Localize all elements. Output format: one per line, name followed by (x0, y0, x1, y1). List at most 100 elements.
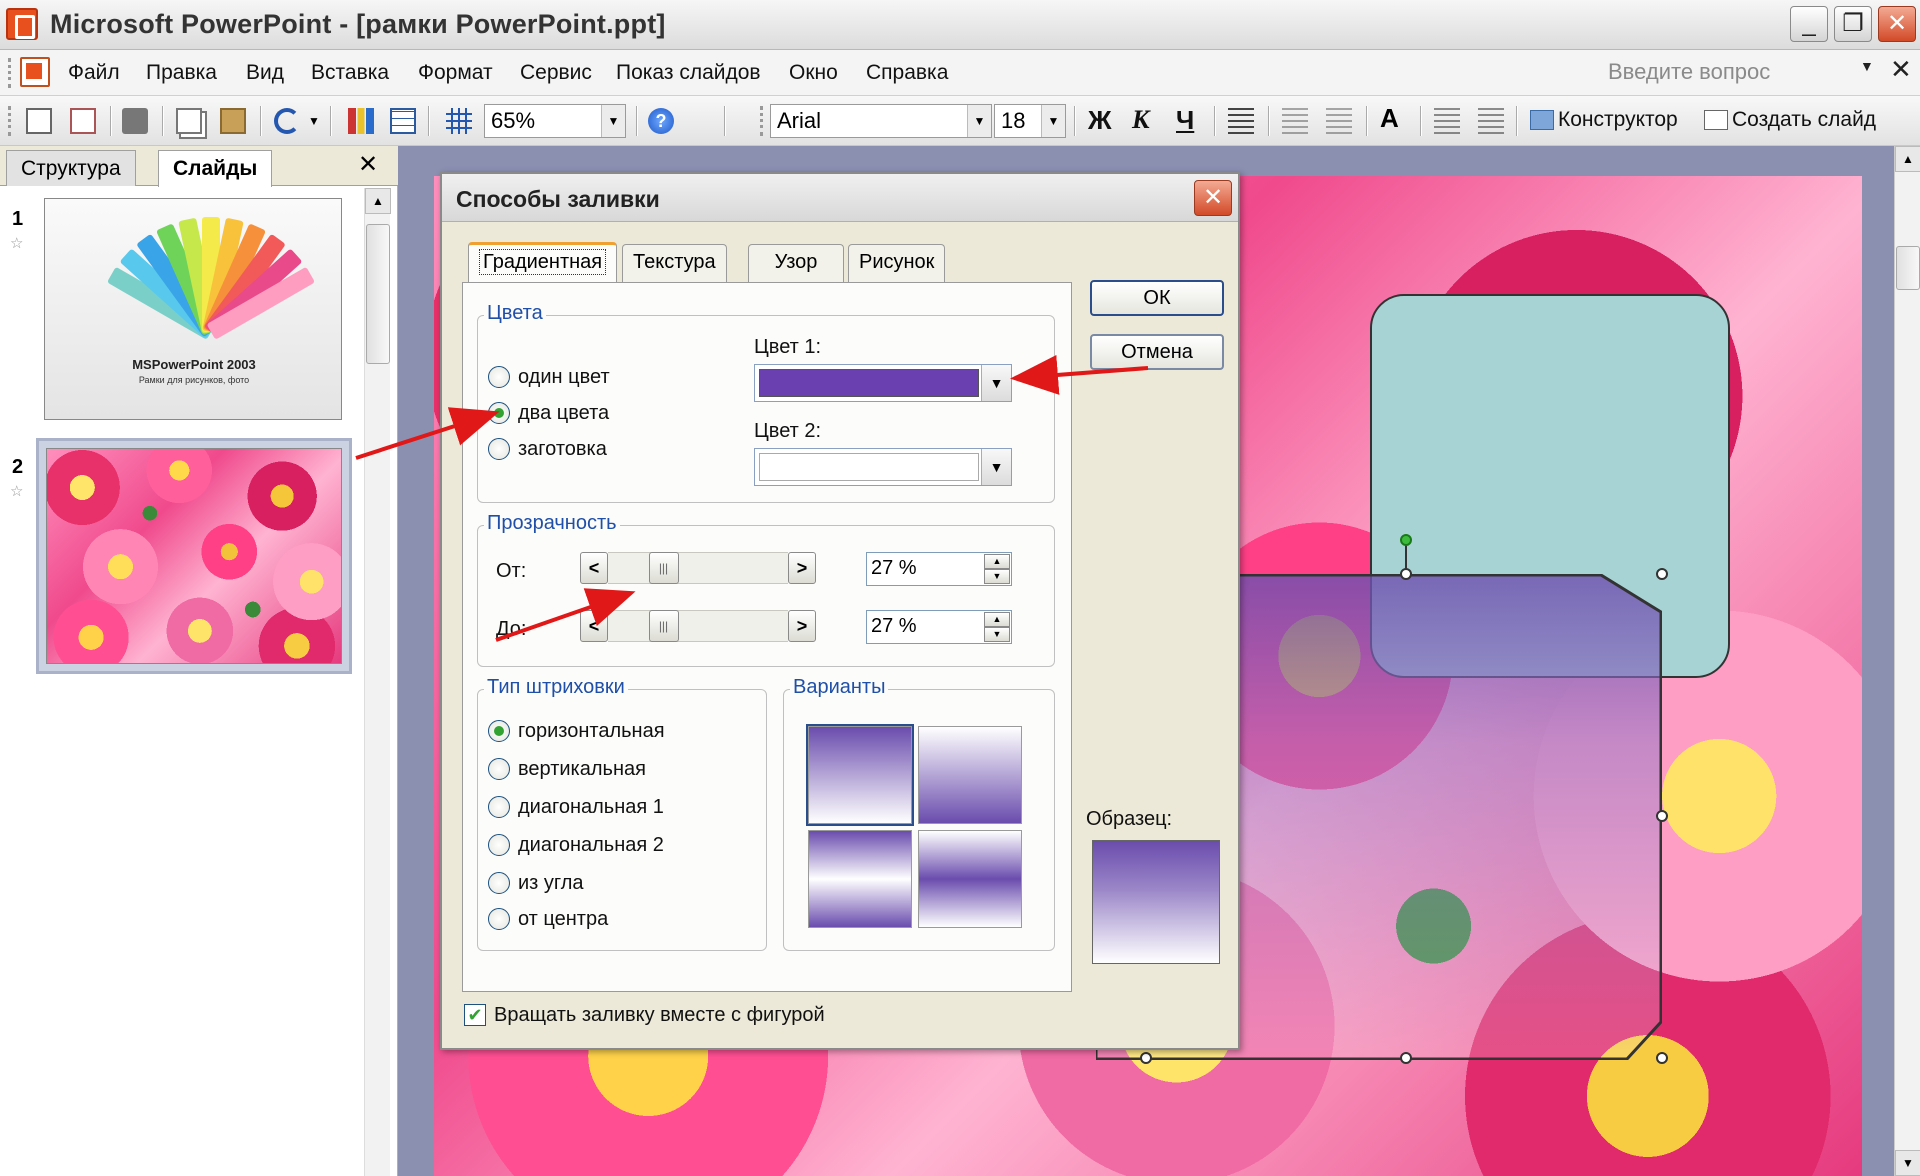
grid-icon[interactable] (446, 108, 472, 134)
from-slider-right[interactable]: > (788, 552, 816, 584)
tab-texture[interactable]: Текстура (622, 244, 727, 282)
italic-button[interactable]: К (1132, 105, 1150, 135)
variant-4[interactable] (918, 830, 1022, 928)
increase-indent-icon[interactable] (1478, 108, 1504, 134)
radio-from-corner[interactable] (488, 872, 510, 894)
resize-handle-bottom[interactable] (1400, 1052, 1412, 1064)
slide-thumbnail-1[interactable]: MSPowerPoint 2003 Рамки для рисунков, фо… (44, 198, 342, 420)
font-size-combo[interactable]: 18 ▼ (994, 104, 1066, 138)
menu-tools[interactable]: Сервис (520, 61, 592, 85)
color1-picker[interactable]: ▼ (754, 364, 1012, 402)
from-slider-thumb[interactable]: ||| (648, 552, 679, 584)
menu-view[interactable]: Вид (246, 61, 284, 85)
dialog-title-bar[interactable]: Способы заливки ✕ (442, 174, 1238, 222)
resize-handle-right[interactable] (1656, 810, 1668, 822)
menu-format[interactable]: Формат (418, 61, 493, 85)
bulleted-list-icon[interactable] (1326, 108, 1352, 134)
toolbar-grip[interactable] (8, 106, 14, 136)
scroll-thumb[interactable] (1896, 246, 1920, 290)
spin-up-icon[interactable]: ▲ (984, 554, 1010, 569)
to-slider-left[interactable]: < (580, 610, 608, 642)
dialog-close-button[interactable]: ✕ (1194, 180, 1232, 216)
open-icon[interactable] (70, 108, 96, 134)
chevron-down-icon[interactable]: ▼ (981, 365, 1011, 401)
pane-scrollbar[interactable]: ▲ (364, 188, 391, 1176)
resize-handle-top[interactable] (1400, 568, 1412, 580)
spin-down-icon[interactable]: ▼ (984, 569, 1010, 584)
color2-picker[interactable]: ▼ (754, 448, 1012, 486)
help-dropdown-icon[interactable]: ▼ (1860, 58, 1874, 74)
menu-grip[interactable] (8, 58, 14, 88)
radio-diagonal-up[interactable] (488, 796, 510, 818)
tab-slides[interactable]: Слайды (158, 150, 273, 187)
tab-gradient[interactable]: Градиентная (468, 242, 618, 282)
undo-icon[interactable] (274, 108, 300, 134)
resize-handle-bottom-left[interactable] (1140, 1052, 1152, 1064)
radio-from-center[interactable] (488, 908, 510, 930)
scroll-thumb[interactable] (366, 224, 390, 364)
increase-font-icon[interactable]: A (1380, 103, 1406, 133)
slide-thumbnail-2-selected[interactable] (36, 438, 352, 674)
chevron-down-icon[interactable]: ▼ (967, 105, 991, 137)
underline-button[interactable]: Ч (1176, 105, 1194, 136)
zoom-combo[interactable]: 65% ▼ (484, 104, 626, 138)
from-slider-left[interactable]: < (580, 552, 608, 584)
minimize-button[interactable]: _ (1790, 6, 1828, 42)
variant-3[interactable] (808, 830, 912, 928)
menu-help[interactable]: Справка (866, 61, 948, 85)
spin-down-icon[interactable]: ▼ (984, 627, 1010, 642)
decrease-indent-icon[interactable] (1434, 108, 1460, 134)
ok-button[interactable]: ОК (1090, 280, 1224, 316)
scroll-down-icon[interactable]: ▼ (1895, 1150, 1920, 1176)
menu-edit[interactable]: Правка (146, 61, 217, 85)
spin-up-icon[interactable]: ▲ (984, 612, 1010, 627)
resize-handle-bottom-right[interactable] (1656, 1052, 1668, 1064)
radio-two-colors[interactable] (488, 402, 510, 424)
close-pane-icon[interactable]: ✕ (358, 150, 378, 179)
font-name-combo[interactable]: Arial ▼ (770, 104, 992, 138)
close-window-button[interactable]: ✕ (1878, 6, 1916, 42)
radio-diagonal-down[interactable] (488, 834, 510, 856)
to-slider-track[interactable]: ||| (608, 610, 788, 642)
slide-scrollbar[interactable]: ▲ ▼ (1894, 146, 1920, 1176)
tab-picture[interactable]: Рисунок (848, 244, 946, 282)
insert-chart-icon[interactable] (348, 108, 374, 134)
menu-slideshow[interactable]: Показ слайдов (616, 61, 761, 85)
radio-horizontal[interactable] (488, 720, 510, 742)
from-slider-track[interactable]: ||| (608, 552, 788, 584)
scroll-up-icon[interactable]: ▲ (365, 188, 391, 214)
help-question-input[interactable]: Введите вопрос (1604, 56, 1876, 90)
new-document-icon[interactable] (26, 108, 52, 134)
to-slider-thumb[interactable]: ||| (648, 610, 679, 642)
to-percent-spinner[interactable]: 27 % ▲ ▼ (866, 610, 1012, 644)
new-slide-button[interactable]: Создать слайд (1704, 108, 1876, 132)
numbered-list-icon[interactable] (1282, 108, 1308, 134)
menu-file[interactable]: Файл (68, 61, 120, 85)
toolbar-grip[interactable] (760, 106, 766, 136)
restore-button[interactable]: ❐ (1834, 6, 1872, 42)
undo-dropdown-icon[interactable]: ▼ (308, 114, 322, 140)
radio-one-color[interactable] (488, 366, 510, 388)
chevron-down-icon[interactable]: ▼ (601, 105, 625, 137)
from-percent-spinner[interactable]: 27 % ▲ ▼ (866, 552, 1012, 586)
tab-outline[interactable]: Структура (6, 150, 136, 186)
to-slider-right[interactable]: > (788, 610, 816, 642)
powerpoint-app-icon[interactable] (6, 8, 38, 40)
designer-button[interactable]: Конструктор (1530, 108, 1678, 132)
help-icon[interactable] (648, 108, 674, 134)
copy-icon[interactable] (176, 108, 202, 134)
bold-button[interactable]: Ж (1088, 105, 1112, 136)
radio-preset[interactable] (488, 438, 510, 460)
variant-1[interactable] (806, 724, 914, 826)
variant-2[interactable] (918, 726, 1022, 824)
radio-vertical[interactable] (488, 758, 510, 780)
print-icon[interactable] (122, 108, 148, 134)
tab-pattern[interactable]: Узор (748, 244, 844, 282)
resize-handle-top-right[interactable] (1656, 568, 1668, 580)
rotation-handle[interactable] (1400, 534, 1412, 546)
insert-table-icon[interactable] (390, 108, 416, 134)
rotate-fill-checkbox[interactable]: ✔ (464, 1004, 486, 1026)
menu-insert[interactable]: Вставка (311, 61, 389, 85)
align-left-icon[interactable] (1228, 108, 1254, 134)
document-icon[interactable] (20, 57, 50, 87)
